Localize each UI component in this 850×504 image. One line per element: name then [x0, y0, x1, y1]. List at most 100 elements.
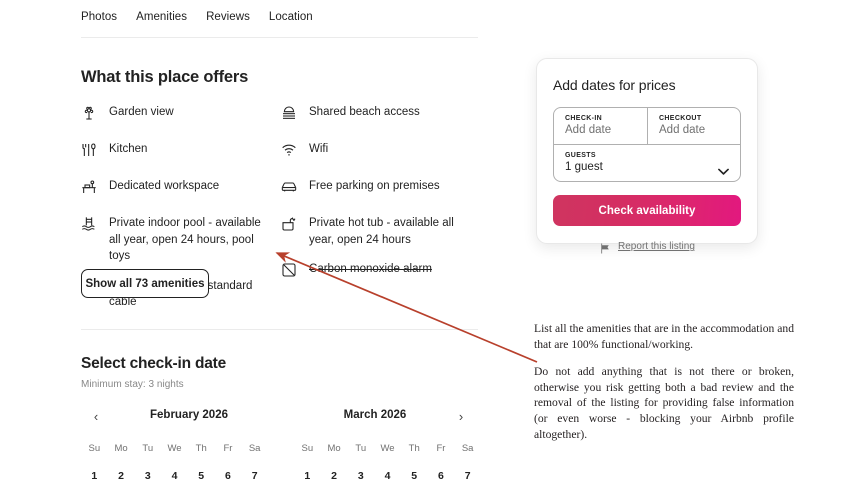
- amenity-label: Dedicated workspace: [109, 180, 220, 192]
- nav-links: Photos Amenities Reviews Location: [81, 11, 313, 23]
- annotation-paragraph: List all the amenities that are in the a…: [534, 322, 794, 351]
- amenity-label: Free parking on premises: [309, 180, 440, 192]
- dow-label: Su: [301, 443, 314, 454]
- amenity-label: Wifi: [309, 143, 329, 155]
- annotation-paragraph: Do not add anything that is not there or…: [534, 365, 794, 441]
- amenity-item: Dedicated workspace: [81, 178, 281, 202]
- chevron-left-icon[interactable]: ‹: [88, 409, 104, 425]
- dow-label: Th: [408, 443, 420, 454]
- dow-label: Th: [195, 443, 207, 454]
- car-icon: [281, 179, 297, 195]
- calendar-subtitle: Minimum stay: 3 nights: [81, 379, 184, 390]
- calendar-day[interactable]: 5: [401, 470, 428, 492]
- calendar-week-row: 1 2 3 4 5 6 7: [81, 470, 268, 492]
- amenity-item: Private hot tub - available all year, op…: [281, 215, 481, 248]
- amenity-label: Private hot tub - available all year, op…: [309, 217, 454, 246]
- calendar-heading: Select check-in date: [81, 355, 227, 372]
- amenity-item: Wifi: [281, 141, 481, 165]
- amenity-label: Private indoor pool - available all year…: [109, 217, 261, 262]
- amenity-item: Garden view: [81, 104, 281, 128]
- calendar-day[interactable]: 4: [161, 470, 188, 492]
- dow-label: We: [167, 443, 182, 454]
- calendar-month-title: February 2026: [150, 409, 228, 421]
- amenity-label: Kitchen: [109, 143, 148, 155]
- checkout-value: Add date: [659, 124, 706, 136]
- calendar-day[interactable]: 2: [321, 470, 348, 492]
- calendar-day[interactable]: 7: [454, 470, 481, 492]
- amenity-item: Private indoor pool - available all year…: [81, 215, 281, 265]
- dow-label: Sa: [248, 443, 261, 454]
- beach-icon: [281, 105, 297, 121]
- dow-label: Mo: [327, 443, 341, 454]
- carbon-monoxide-alarm-crossed-icon: [281, 262, 297, 278]
- dow-label: Tu: [355, 443, 367, 454]
- amenity-item: Free parking on premises: [281, 178, 481, 202]
- calendar-day[interactable]: 2: [108, 470, 135, 492]
- hot-tub-icon: [281, 216, 297, 232]
- amenity-item: Shared beach access: [281, 104, 481, 128]
- calendar-day[interactable]: 3: [347, 470, 374, 492]
- calendar-dow-row: Su Mo Tu We Th Fr Sa: [294, 443, 481, 459]
- calendar-day[interactable]: 1: [294, 470, 321, 492]
- calendar-day[interactable]: 5: [188, 470, 215, 492]
- dow-label: Tu: [142, 443, 154, 454]
- amenity-item: Carbon monoxide alarm: [281, 261, 481, 285]
- report-listing-label: Report this listing: [618, 241, 695, 252]
- checkin-calendar-section: Select check-in date Minimum stay: 3 nig…: [81, 355, 481, 504]
- flower-icon: [81, 105, 97, 121]
- dow-label: Mo: [114, 443, 128, 454]
- chevron-right-icon[interactable]: ›: [453, 409, 469, 425]
- booking-card: Add dates for prices CHECK-IN Add date C…: [536, 58, 758, 244]
- calendar-day[interactable]: 6: [428, 470, 455, 492]
- nav-item-location[interactable]: Location: [269, 11, 313, 23]
- chevron-down-icon[interactable]: [718, 162, 729, 175]
- report-listing-link[interactable]: Report this listing: [600, 241, 695, 254]
- calendar-day[interactable]: 7: [241, 470, 268, 492]
- check-availability-button[interactable]: Check availability: [553, 195, 741, 226]
- annotation-text: List all the amenities that are in the a…: [534, 321, 794, 442]
- calendar-header: ‹ February 2026 March 2026 ›: [81, 409, 481, 427]
- dow-label: We: [380, 443, 395, 454]
- calendar-dow-row: Su Mo Tu We Th Fr Sa: [81, 443, 268, 459]
- dow-label: Fr: [436, 443, 446, 454]
- calendar-month-march: Su Mo Tu We Th Fr Sa 1 2 3 4 5 6 7: [294, 443, 481, 504]
- dow-label: Su: [88, 443, 101, 454]
- calendar-day[interactable]: 1: [81, 470, 108, 492]
- calendar-day[interactable]: 3: [134, 470, 161, 492]
- kitchen-utensils-icon: [81, 142, 97, 158]
- listing-page: Photos Amenities Reviews Location What t…: [0, 0, 850, 504]
- calendar-day[interactable]: 6: [215, 470, 242, 492]
- nav-divider: [81, 37, 478, 38]
- nav-item-amenities[interactable]: Amenities: [136, 11, 187, 23]
- calendar-week-row: 1 2 3 4 5 6 7: [294, 470, 481, 492]
- amenity-label: Carbon monoxide alarm: [309, 263, 432, 275]
- calendar-day[interactable]: 4: [374, 470, 401, 492]
- guests-field[interactable]: GUESTS 1 guest: [554, 145, 740, 181]
- section-divider: [81, 329, 478, 330]
- checkout-label: CHECKOUT: [659, 115, 702, 122]
- amenities-heading: What this place offers: [81, 68, 249, 86]
- amenity-label: Garden view: [109, 106, 174, 118]
- desk-icon: [81, 179, 97, 195]
- amenities-right-column: Shared beach access Wifi Free parking on…: [281, 104, 481, 324]
- amenity-item: Kitchen: [81, 141, 281, 165]
- booking-fields: CHECK-IN Add date CHECKOUT Add date GUES…: [553, 107, 741, 182]
- guests-value: 1 guest: [565, 161, 603, 173]
- guests-label: GUESTS: [565, 152, 596, 159]
- amenity-label: Shared beach access: [309, 106, 420, 118]
- dow-label: Sa: [461, 443, 474, 454]
- wifi-icon: [281, 142, 297, 158]
- calendar-month-february: Su Mo Tu We Th Fr Sa 1 2 3 4 5 6 7: [81, 443, 268, 504]
- checkout-field[interactable]: CHECKOUT Add date: [647, 108, 740, 144]
- nav-item-photos[interactable]: Photos: [81, 11, 117, 23]
- checkin-label: CHECK-IN: [565, 115, 603, 122]
- flag-icon: [600, 241, 611, 254]
- checkin-field[interactable]: CHECK-IN Add date: [554, 108, 647, 144]
- show-all-amenities-button[interactable]: Show all 73 amenities: [81, 269, 209, 298]
- pool-icon: [81, 216, 97, 232]
- checkin-value: Add date: [565, 124, 612, 136]
- booking-card-title: Add dates for prices: [553, 77, 676, 93]
- dow-label: Fr: [223, 443, 233, 454]
- nav-item-reviews[interactable]: Reviews: [206, 11, 250, 23]
- section-nav: Photos Amenities Reviews Location: [0, 0, 531, 38]
